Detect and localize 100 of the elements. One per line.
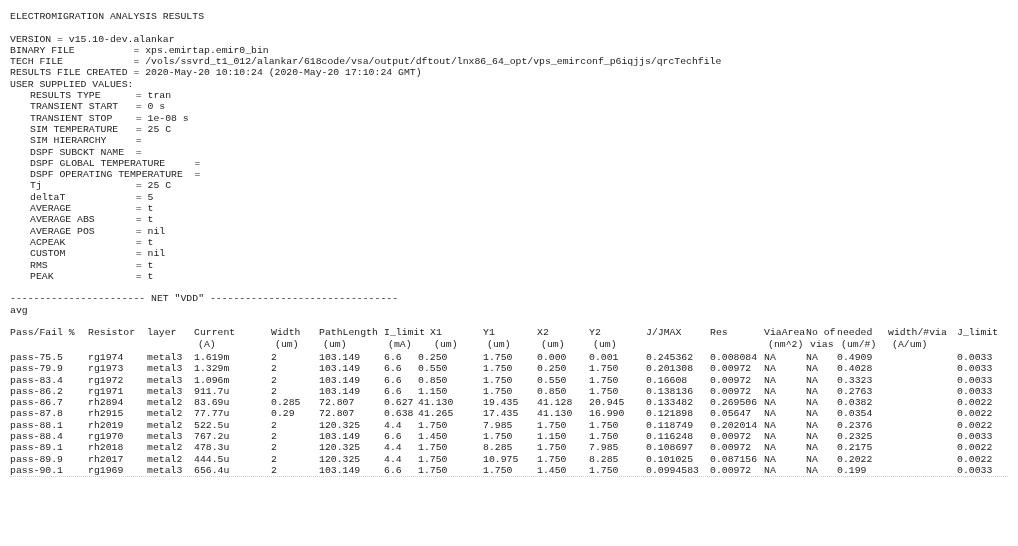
table-cell: NA bbox=[764, 397, 776, 409]
table-cell: NA bbox=[806, 453, 818, 465]
report-line: USER SUPPLIED VALUES: bbox=[10, 78, 134, 91]
table-cell: 103.149 bbox=[319, 351, 361, 363]
table-cell: 0.0022 bbox=[957, 419, 993, 431]
table-cell: rh2019 bbox=[88, 419, 124, 431]
table-cell: 0.0033 bbox=[957, 363, 993, 375]
table-cell: 1.619m bbox=[194, 351, 230, 363]
column-header: No of vias bbox=[806, 327, 836, 350]
table-cell: 41.265 bbox=[418, 408, 454, 420]
table-cell: 2 bbox=[271, 351, 277, 363]
table-cell: metal3 bbox=[147, 363, 183, 375]
table-cell: 120.325 bbox=[319, 442, 361, 454]
table-cell: pass-86.7 bbox=[10, 397, 63, 409]
table-cell: 120.325 bbox=[319, 419, 361, 431]
table-cell: 0.00972 bbox=[710, 363, 752, 375]
column-header: Y2 (um) bbox=[589, 327, 617, 350]
column-header: width/#via (A/um) bbox=[888, 327, 947, 350]
table-cell: NA bbox=[764, 363, 776, 375]
table-cell: NA bbox=[806, 419, 818, 431]
table-cell: 0.00972 bbox=[710, 442, 752, 454]
table-cell: pass-87.8 bbox=[10, 408, 63, 420]
table-cell: rg1970 bbox=[88, 431, 124, 442]
setting-line: AVERAGE ABS = t bbox=[30, 214, 154, 226]
table-cell: metal2 bbox=[147, 419, 183, 431]
column-header: Pass/Fail % bbox=[10, 327, 75, 339]
table-cell: 0.138136 bbox=[646, 385, 694, 397]
table-cell: 1.150 bbox=[418, 385, 448, 397]
table-cell: pass-89.1 bbox=[10, 442, 63, 454]
table-cell: 4.4 bbox=[384, 453, 402, 465]
table-cell: 1.750 bbox=[483, 374, 513, 386]
table-cell: pass-88.4 bbox=[10, 431, 63, 442]
table-cell: 0.0033 bbox=[957, 374, 993, 386]
table-cell: 103.149 bbox=[319, 385, 361, 397]
table-cell: 0.2175 bbox=[837, 442, 873, 454]
table-cell: 1.750 bbox=[418, 464, 448, 476]
table-cell: 0.29 bbox=[271, 408, 295, 420]
table-cell: 8.285 bbox=[483, 442, 513, 454]
table-cell: 0.550 bbox=[418, 363, 448, 375]
table-cell: 0.4909 bbox=[837, 351, 873, 363]
table-cell: NA bbox=[764, 453, 776, 465]
table-cell: 103.149 bbox=[319, 431, 361, 442]
table-cell: 0.0022 bbox=[957, 397, 993, 409]
table-cell: 0.16608 bbox=[646, 374, 688, 386]
table-cell: 2 bbox=[271, 431, 277, 442]
column-header: PathLength (um) bbox=[319, 327, 378, 350]
table-cell: 103.149 bbox=[319, 374, 361, 386]
table-cell: 0.2376 bbox=[837, 419, 873, 431]
table-cell: NA bbox=[806, 464, 818, 476]
table-cell: metal3 bbox=[147, 374, 183, 386]
table-cell: NA bbox=[806, 408, 818, 420]
table-cell: pass-86.2 bbox=[10, 385, 63, 397]
table-cell: 2 bbox=[271, 385, 277, 397]
table-cell: metal2 bbox=[147, 408, 183, 420]
table-cell: 1.750 bbox=[483, 351, 513, 363]
table-cell: 0.0022 bbox=[957, 408, 993, 420]
setting-line: RMS = t bbox=[30, 259, 154, 271]
table-cell: 0.121898 bbox=[646, 408, 694, 420]
table-cell: 1.750 bbox=[483, 464, 513, 476]
table-cell: 2 bbox=[271, 374, 277, 386]
table-cell: NA bbox=[764, 464, 776, 476]
table-cell: 20.945 bbox=[589, 397, 625, 409]
table-cell: 16.990 bbox=[589, 408, 625, 420]
table-cell: pass-79.9 bbox=[10, 363, 63, 375]
table-cell: 1.750 bbox=[589, 374, 619, 386]
setting-line: TRANSIENT START = 0 s bbox=[30, 101, 166, 113]
table-cell: 4.4 bbox=[384, 442, 402, 454]
table-cell: 0.2022 bbox=[837, 453, 873, 465]
table-cell: 1.329m bbox=[194, 363, 230, 375]
table-cell: 0.00972 bbox=[710, 464, 752, 476]
table-cell: 1.750 bbox=[589, 431, 619, 442]
table-cell: 10.975 bbox=[483, 453, 519, 465]
table-cell: NA bbox=[764, 442, 776, 454]
table-cell: 1.750 bbox=[589, 464, 619, 476]
table-cell: metal2 bbox=[147, 442, 183, 454]
table-cell: 0.008084 bbox=[710, 351, 758, 363]
table-cell: 0.0994583 bbox=[646, 464, 699, 476]
table-cell: 911.7u bbox=[194, 385, 230, 397]
table-cell: 6.6 bbox=[384, 385, 402, 397]
table-cell: 0.2325 bbox=[837, 431, 873, 442]
table-cell: 0.850 bbox=[537, 385, 567, 397]
table-cell: pass-89.9 bbox=[10, 453, 63, 465]
table-cell: NA bbox=[806, 374, 818, 386]
table-cell: 4.4 bbox=[384, 419, 402, 431]
column-header: J/JMAX bbox=[646, 327, 682, 339]
table-cell: 0.2763 bbox=[837, 385, 873, 397]
table-cell: 7.985 bbox=[483, 419, 513, 431]
table-cell: 1.150 bbox=[537, 431, 567, 442]
setting-line: SIM HIERARCHY = bbox=[30, 135, 142, 147]
table-cell: 0.00972 bbox=[710, 385, 752, 397]
table-cell: 0.00972 bbox=[710, 431, 752, 442]
table-cell: 83.69u bbox=[194, 397, 230, 409]
table-cell: 1.750 bbox=[537, 453, 567, 465]
setting-line: Tj = 25 C bbox=[30, 180, 172, 192]
table-cell: 0.0033 bbox=[957, 385, 993, 397]
table-cell: NA bbox=[806, 363, 818, 375]
setting-line: AVERAGE = t bbox=[30, 203, 154, 215]
table-cell: 0.05647 bbox=[710, 408, 752, 420]
table-cell: 0.627 bbox=[384, 397, 414, 409]
table-cell: 2 bbox=[271, 363, 277, 375]
